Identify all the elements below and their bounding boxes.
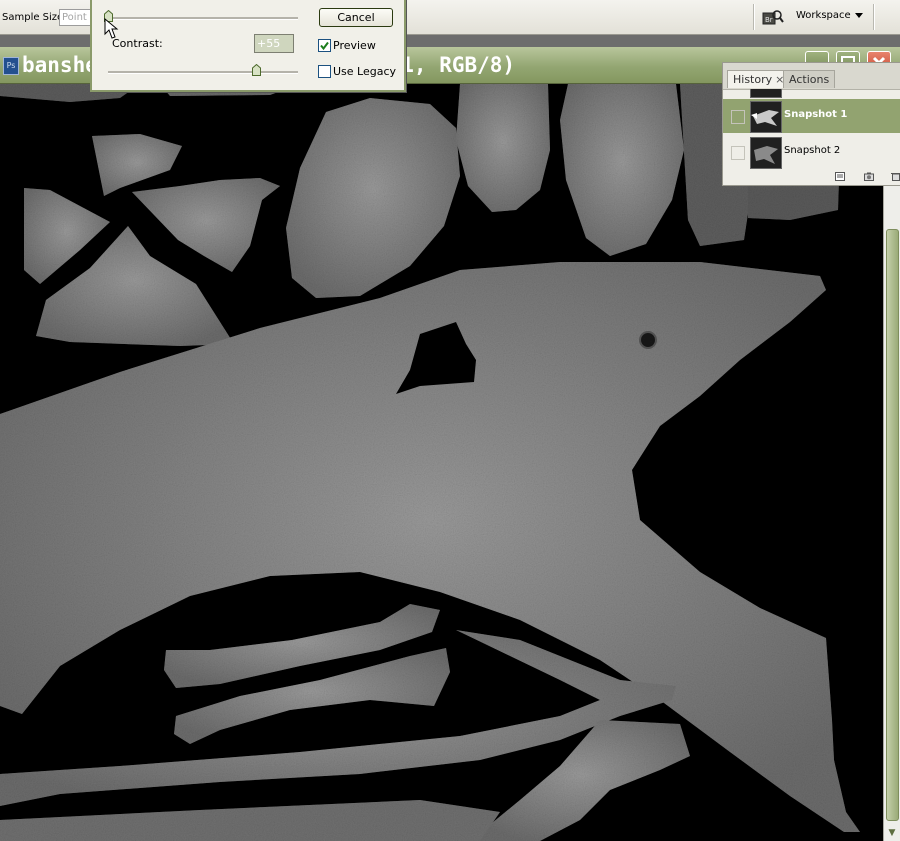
texture-piece [132,178,280,272]
brightness-slider[interactable] [108,17,298,20]
texture-piece [639,331,657,349]
svg-text:Br: Br [765,16,773,24]
separator [753,4,755,30]
contrast-slider-thumb[interactable] [252,64,262,76]
panel-tab-bar: History × Actions [723,63,900,90]
document-canvas[interactable] [0,84,883,841]
history-brush-source-toggle[interactable] [731,110,745,124]
checkmark-icon [320,41,329,51]
preview-checkbox[interactable] [318,39,331,52]
trash-icon[interactable] [891,172,900,181]
history-item-label: Snapshot 1 [784,109,848,120]
texture-piece [456,84,550,212]
use-legacy-label: Use Legacy [333,65,397,78]
tab-history[interactable]: History × [727,70,791,88]
workspace-button[interactable]: Workspace [796,8,863,24]
separator [873,4,875,30]
texture-piece [286,98,460,298]
sample-size-label: Sample Size: [2,12,67,23]
scrollbar-thumb[interactable] [886,229,899,821]
vertical-scrollbar[interactable]: ▼ [883,84,900,841]
brightness-contrast-dialog: Contrast: +55 Cancel Preview Use Legacy [90,0,406,92]
history-item-label: Snapshot 2 [784,145,841,156]
history-brush-source-toggle[interactable] [731,146,745,160]
cancel-button[interactable]: Cancel [319,8,393,27]
preview-label: Preview [333,39,376,52]
tab-history-label: History [733,73,773,86]
new-document-from-state-icon[interactable] [835,172,845,181]
snapshot-thumbnail-image [754,146,778,164]
camera-icon[interactable] [864,172,874,181]
bridge-icon[interactable]: Br [762,8,784,26]
contrast-slider[interactable] [108,71,298,74]
texture-piece [0,800,500,841]
contrast-input[interactable]: +55 [254,34,294,53]
tab-actions-label: Actions [789,73,830,86]
history-panel-footer [723,169,900,185]
photoshop-icon: Ps [3,57,19,75]
texture-artwork [0,84,860,841]
chevron-down-icon [854,12,863,18]
scroll-down-arrow-icon[interactable]: ▼ [886,827,898,839]
mouse-cursor-icon [104,18,119,39]
previous-snapshot-thumbnail [750,89,782,98]
history-item-snapshot-1[interactable]: Snapshot 1 [723,99,900,133]
texture-piece [560,84,684,256]
tab-actions[interactable]: Actions [783,70,836,88]
history-panel: History × Actions Snapshot 1 Snapshot 2 [722,62,900,186]
history-item-snapshot-2[interactable]: Snapshot 2 [723,135,900,169]
snapshot-thumbnail [750,101,782,133]
texture-piece [92,134,182,196]
snapshot-thumbnail [750,137,782,169]
workspace-label: Workspace [796,10,851,21]
use-legacy-checkbox[interactable] [318,65,331,78]
snapshot-thumbnail-image [751,110,779,126]
